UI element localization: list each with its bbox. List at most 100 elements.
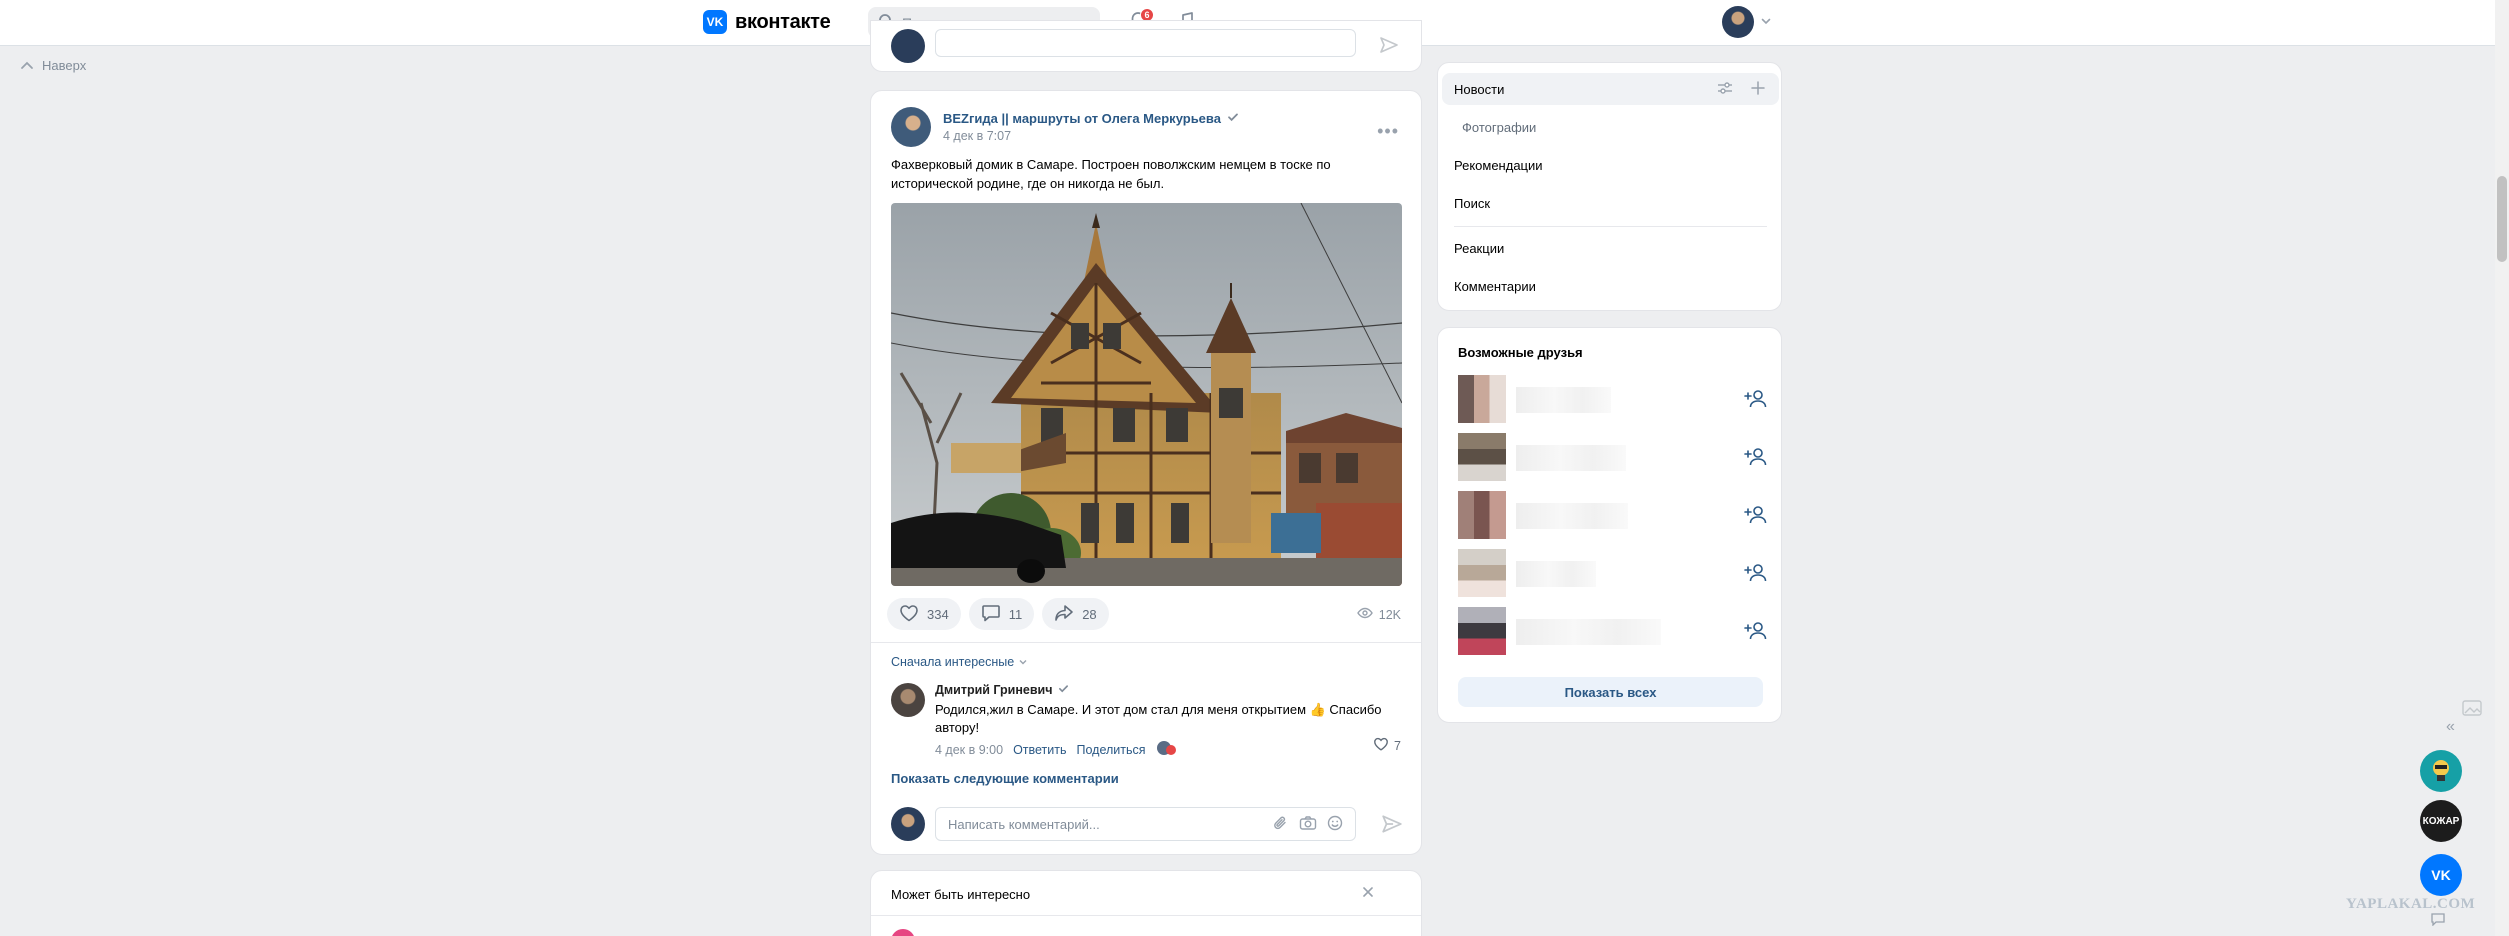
add-friend-icon[interactable] <box>1744 621 1768 644</box>
nav-item-recommendations[interactable]: Рекомендации <box>1442 149 1779 181</box>
friend-name-blurred[interactable] <box>1516 503 1628 529</box>
eye-icon <box>1356 607 1373 622</box>
filter-icon[interactable] <box>1717 81 1733 98</box>
friend-suggestion <box>1458 607 1768 655</box>
share-button[interactable]: 28 <box>1042 598 1109 630</box>
friend-avatar[interactable] <box>1458 375 1506 423</box>
nav-item-news[interactable]: Новости <box>1442 73 1779 105</box>
double-chevron-left-icon[interactable]: « <box>2446 718 2455 736</box>
comment-author-avatar[interactable] <box>891 683 925 717</box>
possible-friends-title: Возможные друзья <box>1458 345 1583 360</box>
chat-icon[interactable] <box>2430 912 2446 929</box>
attach-icon[interactable] <box>1273 815 1289 834</box>
camera-icon[interactable] <box>1299 815 1317 834</box>
post-header: BEZгида || маршруты от Олега Меркурьева … <box>891 107 1239 147</box>
comment-input[interactable] <box>948 816 1273 832</box>
add-friend-icon[interactable] <box>1744 389 1768 412</box>
post-author-name[interactable]: BEZгида || маршруты от Олега Меркурьева <box>943 111 1221 126</box>
comment-sort-dropdown[interactable]: Сначала интересные <box>891 655 1028 669</box>
add-friend-icon[interactable] <box>1744 505 1768 528</box>
emoji-icon[interactable] <box>1327 815 1343 834</box>
comment-date[interactable]: 4 дек в 9:00 <box>935 743 1003 757</box>
nav-item-label: Комментарии <box>1454 278 1536 294</box>
comment-meta: 4 дек в 9:00 Ответить Поделиться <box>935 740 1401 759</box>
friend-suggestion <box>1458 549 1768 597</box>
post-photo[interactable] <box>891 203 1402 586</box>
send-icon[interactable] <box>1381 813 1403 838</box>
nav-item-photos[interactable]: Фотографии <box>1442 111 1779 143</box>
image-icon[interactable] <box>2462 700 2482 716</box>
add-friend-icon[interactable] <box>1744 447 1768 470</box>
friend-name-blurred[interactable] <box>1516 445 1626 471</box>
scrollbar-thumb[interactable] <box>2497 176 2507 262</box>
nav-item-label: Реакции <box>1454 240 1505 256</box>
chevron-down-icon <box>1018 655 1028 669</box>
like-button[interactable]: 334 <box>887 598 961 630</box>
comment-author[interactable]: Дмитрий Гриневич <box>935 683 1401 697</box>
dock-app-kozhar[interactable]: КОЖАР <box>2420 800 2462 842</box>
dock-app-label: КОЖАР <box>2422 815 2460 827</box>
chevron-down-icon[interactable] <box>1760 15 1772 30</box>
post-author[interactable]: BEZгида || маршруты от Олега Меркурьева <box>943 111 1239 126</box>
suggestion-avatar[interactable] <box>891 929 915 936</box>
chevron-up-icon <box>20 58 34 73</box>
post-date[interactable]: 4 дек в 7:07 <box>943 129 1239 143</box>
friend-avatar[interactable] <box>1458 433 1506 481</box>
divider <box>1454 226 1767 227</box>
nav-item-search[interactable]: Поиск <box>1442 187 1779 219</box>
share-icon <box>1054 604 1074 625</box>
nav-item-label: Фотографии <box>1462 119 1537 135</box>
post-actions: 334 11 28 <box>887 598 1109 630</box>
possible-friends-card: Возможные друзья Показать всех <box>1437 327 1782 723</box>
vk-logo-icon: VK <box>703 10 727 34</box>
dock-app-game[interactable] <box>2420 750 2462 792</box>
game-character-icon <box>2428 757 2454 786</box>
verified-icon <box>1058 683 1069 697</box>
write-comment-row <box>891 807 1403 841</box>
nav-item-label: Поиск <box>1454 195 1491 211</box>
friend-name-blurred[interactable] <box>1516 387 1611 413</box>
profile-avatar[interactable] <box>1722 6 1754 38</box>
dock-app-vk[interactable]: VK <box>2420 854 2462 896</box>
more-options-icon[interactable]: ••• <box>1377 121 1399 142</box>
close-icon[interactable] <box>1361 885 1375 904</box>
heart-icon <box>1373 737 1389 754</box>
share-comment-link[interactable]: Поделиться <box>1077 743 1146 757</box>
back-to-top[interactable]: Наверх <box>20 58 86 73</box>
post-views: 12K <box>1356 607 1401 622</box>
nav-item-reactions[interactable]: Реакции <box>1442 232 1779 264</box>
add-friend-icon[interactable] <box>1744 563 1768 586</box>
comment-input[interactable] <box>935 29 1356 57</box>
watermark: YAPLAKAL.COM <box>2346 896 2476 912</box>
friend-name-blurred[interactable] <box>1516 561 1596 587</box>
friend-suggestion <box>1458 491 1768 539</box>
comment-input-box[interactable] <box>935 807 1356 841</box>
nav-item-label: Новости <box>1454 81 1505 97</box>
comment-icon <box>981 604 1001 625</box>
plus-icon[interactable] <box>1751 81 1765 98</box>
scrollbar[interactable] <box>2495 0 2509 936</box>
friend-avatar[interactable] <box>1458 491 1506 539</box>
vk-logo[interactable]: VK вконтакте <box>703 10 831 34</box>
friend-avatar[interactable] <box>1458 607 1506 655</box>
post-text: Фахверковый домик в Самаре. Построен пов… <box>891 157 1331 191</box>
comment-like-button[interactable]: 7 <box>1373 737 1401 754</box>
reply-link[interactable]: Ответить <box>1013 743 1066 757</box>
show-more-comments[interactable]: Показать следующие комментарии <box>891 771 1119 786</box>
back-to-top-label: Наверх <box>42 58 87 73</box>
my-avatar <box>891 807 925 841</box>
reactions-avatar-icon[interactable] <box>1156 740 1178 759</box>
comment-author-name[interactable]: Дмитрий Гриневич <box>935 683 1053 697</box>
vk-logo-icon: VK <box>2431 867 2451 883</box>
nav-item-comments[interactable]: Комментарии <box>1442 270 1779 302</box>
divider <box>871 915 1421 916</box>
divider <box>871 642 1421 643</box>
friend-avatar[interactable] <box>1458 549 1506 597</box>
comment-button[interactable]: 11 <box>968 598 1035 630</box>
post-author-avatar[interactable] <box>891 107 931 147</box>
verified-icon <box>1227 111 1239 126</box>
views-count: 12K <box>1378 607 1401 622</box>
send-icon[interactable] <box>1379 35 1399 58</box>
show-all-friends-button[interactable]: Показать всех <box>1458 677 1763 707</box>
friend-name-blurred[interactable] <box>1516 619 1661 645</box>
